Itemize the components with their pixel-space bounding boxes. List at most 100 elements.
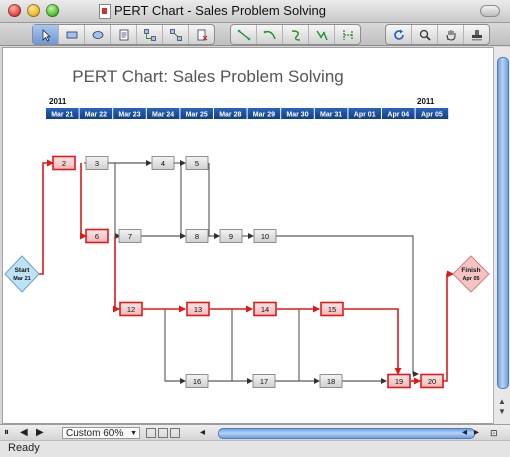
task-node-label: 19	[395, 377, 403, 386]
date-label: Mar 30	[286, 112, 308, 119]
date-label: Mar 21	[51, 112, 73, 119]
polyline-connector-icon[interactable]	[309, 25, 335, 44]
task-node-label: 9	[229, 232, 233, 241]
stamp-icon[interactable]	[464, 25, 489, 44]
date-label: Mar 22	[85, 112, 107, 119]
task-node-5[interactable]: 5	[185, 156, 209, 170]
task-node-12[interactable]: 12	[119, 301, 143, 317]
task-node-4[interactable]: 4	[151, 156, 175, 170]
pause-icon[interactable]: ⏸	[4, 427, 9, 439]
start-label: Start	[15, 267, 31, 274]
task-node-3[interactable]: 3	[85, 156, 109, 170]
scroll-right-icon[interactable]: ▸	[474, 427, 479, 439]
date-bar: Mar 21 Mar 22 Mar 23 Mar 24 Mar 25 Mar 28 Mar …	[46, 108, 449, 119]
date-label: Mar 29	[253, 112, 275, 119]
view-tools-group	[385, 24, 490, 45]
app-window: PERT Chart - Sales Problem Solving PERT …	[0, 0, 510, 457]
task-node-7[interactable]: 7	[118, 229, 142, 243]
date-label: Mar 28	[219, 112, 241, 119]
rectangle-tool-icon[interactable]	[59, 25, 85, 44]
task-node-label: 18	[327, 377, 335, 386]
arc-connector-icon[interactable]	[257, 25, 283, 44]
smart-connector-tool-icon[interactable]	[163, 25, 189, 44]
task-node-label: 17	[260, 377, 268, 386]
toolbar	[0, 23, 510, 46]
task-node-label: 5	[195, 159, 199, 168]
toolbar-toggle-button[interactable]	[480, 5, 500, 17]
task-node-label: 20	[428, 377, 436, 386]
date-label: Mar 24	[152, 112, 174, 119]
bottom-bar: ⏸ ◀ ▶ Custom 60% ▼ ◂ ◂ ▸ ⊡	[0, 424, 510, 441]
page-prev-icon[interactable]: ◀	[20, 427, 28, 439]
line-connector-icon[interactable]	[231, 25, 257, 44]
task-node-9[interactable]: 9	[219, 229, 243, 243]
zoom-icon[interactable]	[412, 25, 438, 44]
task-node-2[interactable]: 2	[52, 155, 76, 171]
delete-tool-icon[interactable]	[189, 25, 214, 44]
date-label: Apr 05	[421, 112, 443, 119]
scroll-down-icon[interactable]: ▼	[497, 407, 507, 416]
task-node-20[interactable]: 20	[420, 373, 444, 389]
window-title: PERT Chart - Sales Problem Solving	[114, 3, 326, 18]
scroll-left2-icon[interactable]: ◂	[462, 427, 467, 439]
year-left: 2011	[49, 97, 67, 106]
critical-path	[31, 159, 454, 385]
resize-grip-icon[interactable]: ⊡	[490, 427, 498, 439]
document-icon	[99, 4, 111, 19]
view-single-icon[interactable]	[146, 428, 156, 438]
scroll-up-icon[interactable]: ▲	[497, 397, 507, 406]
pert-chart: PERT Chart: Sales Problem Solving 2011 2…	[4, 67, 490, 389]
task-node-label: 2	[62, 159, 66, 168]
connector-tools-group	[230, 24, 361, 45]
task-node-label: 6	[95, 232, 99, 241]
horizontal-scroll-thumb[interactable]	[218, 428, 475, 439]
minimize-button[interactable]	[27, 4, 40, 17]
task-node-14[interactable]: 14	[253, 301, 277, 317]
task-node-label: 13	[194, 305, 202, 314]
year-right: 2011	[417, 97, 435, 106]
start-date: Mar 21	[13, 276, 30, 282]
task-node-18[interactable]: 18	[319, 374, 343, 388]
pan-hand-icon[interactable]	[438, 25, 464, 44]
chart-title: PERT Chart: Sales Problem Solving	[72, 67, 344, 86]
start-milestone[interactable]: Start Mar 21	[4, 255, 40, 293]
task-node-label: 16	[193, 377, 201, 386]
tree-connector-icon[interactable]	[335, 25, 360, 44]
view-double-icon[interactable]	[158, 428, 168, 438]
task-node-15[interactable]: 15	[320, 301, 344, 317]
pointer-tool-icon[interactable]	[33, 25, 59, 44]
vertical-scrollbar[interactable]: ▲ ▼	[493, 47, 510, 424]
close-button[interactable]	[8, 4, 21, 17]
task-node-label: 10	[261, 232, 269, 241]
vertical-scroll-thumb[interactable]	[497, 57, 509, 389]
status-text: Ready	[8, 442, 40, 454]
connector-lines	[84, 160, 419, 384]
date-label: Mar 25	[186, 112, 208, 119]
finish-milestone[interactable]: Finish Apr 05	[452, 255, 490, 293]
date-label: Apr 04	[387, 112, 409, 119]
connector-tool-icon[interactable]	[137, 25, 163, 44]
task-node-6[interactable]: 6	[85, 228, 109, 244]
task-node-16[interactable]: 16	[185, 374, 209, 388]
rotate-icon[interactable]	[386, 25, 412, 44]
task-node-label: 7	[128, 232, 132, 241]
finish-label: Finish	[461, 267, 480, 274]
text-tool-icon[interactable]	[111, 25, 137, 44]
page-next-icon[interactable]: ▶	[36, 427, 44, 439]
diagram-canvas[interactable]: PERT Chart: Sales Problem Solving 2011 2…	[2, 47, 494, 424]
task-node-8[interactable]: 8	[185, 229, 209, 243]
scroll-left-icon[interactable]: ◂	[200, 427, 205, 439]
curve-connector-icon[interactable]	[283, 25, 309, 44]
task-node-19[interactable]: 19	[387, 373, 411, 389]
task-node-label: 8	[195, 232, 199, 241]
task-node-10[interactable]: 10	[253, 229, 277, 243]
zoom-button[interactable]	[46, 4, 59, 17]
task-node-17[interactable]: 17	[252, 374, 276, 388]
view-grid-icon[interactable]	[170, 428, 180, 438]
finish-date: Apr 05	[462, 276, 479, 282]
zoom-select[interactable]: Custom 60% ▼	[62, 427, 140, 439]
zoom-value: Custom 60%	[66, 428, 124, 439]
ellipse-tool-icon[interactable]	[85, 25, 111, 44]
date-label: Mar 31	[320, 112, 342, 119]
task-node-13[interactable]: 13	[186, 301, 210, 317]
